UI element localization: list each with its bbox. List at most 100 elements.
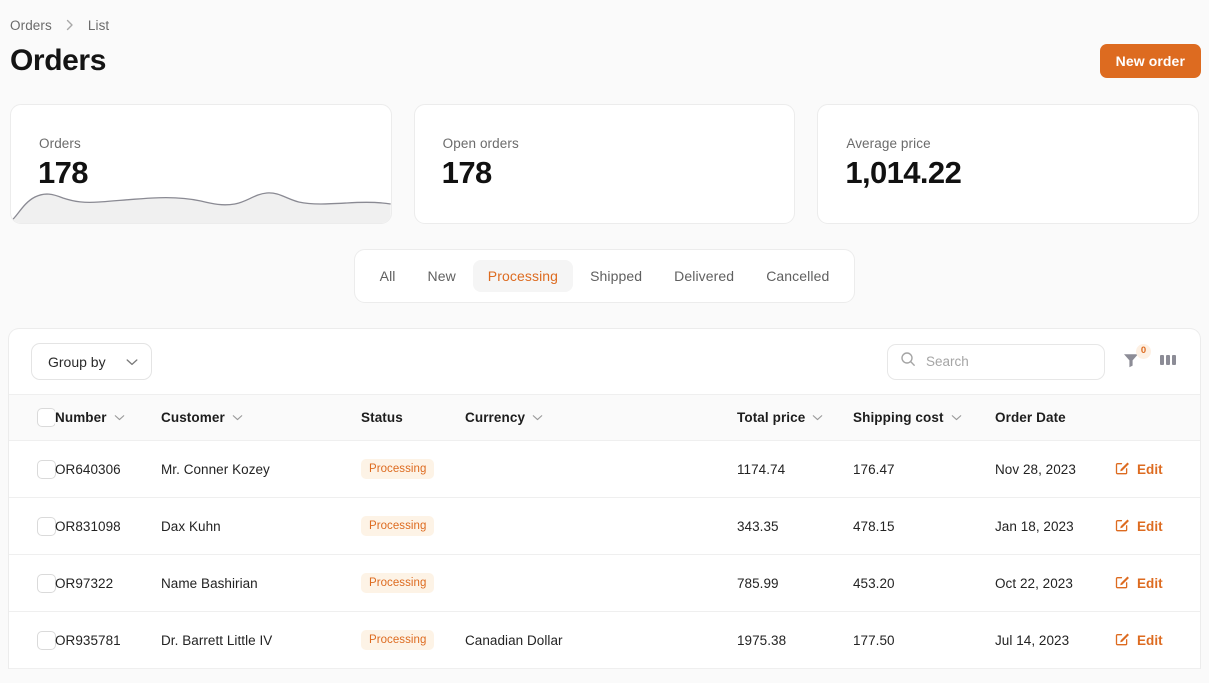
status-tabs: All New Processing Shipped Delivered Can…	[353, 249, 856, 303]
cell-order-date: Oct 22, 2023	[993, 554, 1113, 612]
column-header-status[interactable]: Status	[359, 394, 463, 441]
breadcrumb-item-list[interactable]: List	[88, 18, 109, 33]
cell-currency	[463, 440, 735, 498]
tab-delivered[interactable]: Delivered	[659, 260, 749, 292]
columns-icon	[1159, 352, 1177, 371]
column-label: Currency	[465, 410, 526, 425]
select-all-checkbox[interactable]	[37, 408, 56, 427]
column-header-order-date[interactable]: Order Date	[993, 394, 1113, 441]
tab-all[interactable]: All	[365, 260, 411, 292]
cell-shipping-cost: 177.50	[851, 611, 993, 669]
cell-customer: Dax Kuhn	[159, 497, 359, 555]
filter-button[interactable]: 0	[1120, 343, 1151, 374]
stat-cards: Orders 178 Open orders 178 Average price…	[8, 104, 1201, 224]
stat-card-orders: Orders 178	[10, 104, 392, 224]
chevron-down-icon	[232, 414, 243, 421]
page-header: Orders New order	[8, 34, 1201, 86]
orders-table: Number Customer Status Currency Total pr…	[9, 394, 1200, 669]
edit-button[interactable]: Edit	[1115, 574, 1163, 592]
edit-label: Edit	[1137, 575, 1163, 591]
row-checkbox[interactable]	[37, 459, 56, 479]
stat-card-average-price: Average price 1,014.22	[817, 104, 1200, 224]
toolbar-right: 0	[887, 343, 1179, 380]
cell-total-price: 1174.74	[735, 440, 851, 498]
cell-currency	[463, 497, 735, 555]
breadcrumb: Orders List	[8, 0, 1201, 34]
edit-label: Edit	[1137, 632, 1163, 648]
cell-shipping-cost: 478.15	[851, 497, 993, 555]
cell-actions: Edit	[1113, 611, 1200, 669]
cell-actions: Edit	[1113, 554, 1200, 612]
breadcrumb-item-orders[interactable]: Orders	[10, 18, 52, 33]
cell-number: OR97322	[55, 554, 159, 612]
group-by-label: Group by	[48, 353, 106, 370]
cell-status: Processing	[359, 611, 463, 669]
cell-shipping-cost: 176.47	[851, 440, 993, 498]
column-header-actions	[1113, 394, 1200, 441]
column-header-shipping-cost[interactable]: Shipping cost	[851, 394, 993, 441]
cell-status: Processing	[359, 497, 463, 555]
column-header-number[interactable]: Number	[55, 394, 159, 441]
orders-page: Orders List Orders New order Orders 178 …	[0, 0, 1209, 683]
cell-currency	[463, 554, 735, 612]
columns-button[interactable]	[1157, 350, 1179, 374]
cell-number: OR831098	[55, 497, 159, 555]
status-badge: Processing	[361, 458, 435, 480]
group-by-button[interactable]: Group by	[31, 343, 152, 380]
chevron-down-icon	[951, 414, 962, 421]
edit-icon	[1115, 574, 1130, 592]
chevron-right-icon	[66, 19, 74, 31]
new-order-button[interactable]: New order	[1099, 44, 1201, 78]
chevron-down-icon	[126, 358, 138, 366]
column-label: Order Date	[995, 410, 1066, 425]
cell-total-price: 785.99	[735, 554, 851, 612]
column-header-customer[interactable]: Customer	[159, 394, 359, 441]
column-label: Shipping cost	[853, 410, 944, 425]
chevron-down-icon	[812, 414, 823, 421]
search-box[interactable]	[887, 343, 1105, 380]
tab-shipped[interactable]: Shipped	[575, 260, 657, 292]
table-head: Number Customer Status Currency Total pr…	[9, 394, 1200, 441]
row-checkbox[interactable]	[37, 516, 56, 536]
cell-order-date: Jul 14, 2023	[993, 611, 1113, 669]
cell-actions: Edit	[1113, 440, 1200, 498]
table-body: OR640306 Mr. Conner Kozey Processing 117…	[9, 440, 1200, 669]
stat-card-open-orders: Open orders 178	[413, 104, 796, 224]
status-badge: Processing	[361, 629, 435, 651]
column-label: Status	[361, 410, 403, 425]
edit-button[interactable]: Edit	[1115, 631, 1163, 649]
cell-order-date: Jan 18, 2023	[993, 497, 1113, 555]
status-badge: Processing	[361, 572, 435, 594]
chevron-down-icon	[114, 414, 125, 421]
tab-cancelled[interactable]: Cancelled	[751, 260, 844, 292]
cell-currency: Canadian Dollar	[463, 611, 735, 669]
table-row[interactable]: OR640306 Mr. Conner Kozey Processing 117…	[9, 440, 1200, 498]
column-header-currency[interactable]: Currency	[463, 394, 735, 441]
edit-button[interactable]: Edit	[1115, 460, 1163, 478]
edit-button[interactable]: Edit	[1115, 517, 1163, 535]
orders-table-card: Group by Search 0 Number Customer Status…	[8, 328, 1201, 669]
row-select-cell	[9, 554, 56, 612]
row-checkbox[interactable]	[37, 573, 56, 593]
tab-new[interactable]: New	[412, 260, 470, 292]
page-title: Orders	[10, 44, 106, 77]
column-header-total-price[interactable]: Total price	[735, 394, 851, 441]
stat-value: 1,014.22	[845, 155, 962, 190]
column-label: Total price	[737, 410, 806, 425]
search-input[interactable]	[926, 354, 1092, 369]
chevron-down-icon	[532, 414, 543, 421]
tab-processing[interactable]: Processing	[472, 260, 574, 292]
row-select-cell	[9, 497, 56, 555]
select-all-header	[9, 394, 56, 441]
table-row[interactable]: OR97322 Name Bashirian Processing 785.99…	[9, 554, 1200, 612]
sparkline-chart	[11, 192, 391, 223]
table-row[interactable]: OR935781 Dr. Barrett Little IV Processin…	[9, 611, 1200, 669]
edit-label: Edit	[1137, 518, 1163, 534]
cell-total-price: 1975.38	[735, 611, 851, 669]
edit-icon	[1115, 631, 1130, 649]
cell-status: Processing	[359, 554, 463, 612]
stat-label: Open orders	[442, 136, 519, 151]
row-checkbox[interactable]	[37, 630, 56, 650]
table-row[interactable]: OR831098 Dax Kuhn Processing 343.35 478.…	[9, 497, 1200, 555]
cell-customer: Name Bashirian	[159, 554, 359, 612]
